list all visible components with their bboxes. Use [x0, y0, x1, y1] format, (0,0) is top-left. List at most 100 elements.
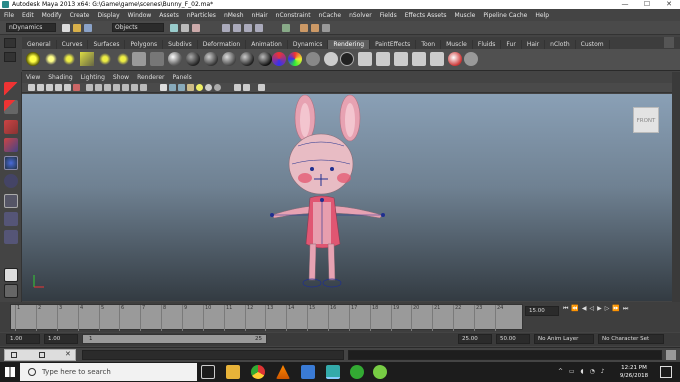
menu-muscle[interactable]: Muscle — [451, 12, 480, 19]
play-back-icon[interactable]: ◁ — [590, 305, 598, 312]
selection-mask-dropdown[interactable]: Objects — [112, 23, 164, 32]
perspective-viewport[interactable]: FRONT — [22, 94, 672, 301]
playback-end-field[interactable]: 25.00 — [458, 334, 492, 344]
panel-menu-show[interactable]: Show — [109, 73, 133, 83]
surface-shader-icon[interactable] — [306, 52, 320, 66]
shelf-settings-icon[interactable] — [664, 37, 674, 48]
view-cube[interactable]: FRONT — [633, 107, 659, 133]
ramp-shader-icon[interactable] — [272, 52, 286, 66]
open-scene-icon[interactable] — [73, 24, 81, 32]
tab-surfaces[interactable]: Surfaces — [88, 40, 126, 49]
spot-light-icon[interactable] — [80, 52, 94, 66]
paint-select-icon[interactable] — [4, 120, 18, 134]
shadows-icon[interactable] — [205, 84, 212, 91]
use-all-lights-icon[interactable] — [196, 84, 203, 91]
app-green-icon[interactable] — [350, 365, 364, 379]
tab-dynamics[interactable]: Dynamics — [288, 40, 329, 49]
lambert-ball-icon[interactable] — [186, 52, 200, 66]
snap-plane-icon[interactable] — [255, 24, 263, 32]
history-icon[interactable] — [282, 24, 290, 32]
film-gate-icon[interactable] — [95, 84, 102, 91]
menu-window[interactable]: Window — [124, 12, 156, 19]
maya-taskbar-icon[interactable] — [326, 365, 340, 379]
maximize-button[interactable]: ☐ — [636, 0, 658, 9]
menu-ncache[interactable]: nCache — [315, 12, 345, 19]
menu-nparticles[interactable]: nParticles — [183, 12, 220, 19]
panel-menu-renderer[interactable]: Renderer — [133, 73, 168, 83]
smooth-shade-icon[interactable] — [169, 84, 176, 91]
ambient-light-icon[interactable] — [44, 52, 58, 66]
menu-create[interactable]: Create — [66, 12, 94, 19]
safe-action-icon[interactable] — [131, 84, 138, 91]
lasso-tool-icon[interactable] — [4, 100, 18, 114]
textured-icon[interactable] — [187, 84, 194, 91]
camera-attributes-icon[interactable] — [37, 84, 44, 91]
ipr-icon[interactable] — [412, 52, 426, 66]
restore-icon[interactable] — [11, 352, 17, 358]
app-green-leaf-icon[interactable] — [373, 365, 387, 379]
close-button[interactable]: ✕ — [658, 0, 680, 9]
media-player-icon[interactable] — [301, 365, 315, 379]
start-time-field[interactable]: 1.00 — [6, 334, 40, 344]
menu-nconstraint[interactable]: nConstraint — [272, 12, 315, 19]
menu-file[interactable]: File — [0, 12, 18, 19]
move-tool-icon[interactable] — [4, 138, 18, 152]
image-plane-icon[interactable] — [55, 84, 62, 91]
ipr-render-icon[interactable] — [311, 24, 319, 32]
tab-animation[interactable]: Animation — [246, 40, 288, 49]
shelf-menu-icon[interactable] — [4, 38, 16, 48]
camera-select-icon[interactable] — [28, 84, 35, 91]
manipulator-icon[interactable] — [4, 194, 18, 208]
select-tool-icon[interactable] — [4, 82, 18, 96]
grease-pencil-icon[interactable] — [73, 84, 80, 91]
tab-general[interactable]: General — [22, 40, 57, 49]
snap-curve-icon[interactable] — [233, 24, 241, 32]
menu-help[interactable]: Help — [531, 12, 553, 19]
tab-fluids[interactable]: Fluids — [473, 40, 502, 49]
tab-rendering[interactable]: Rendering — [328, 40, 371, 49]
menu-nsolver[interactable]: nSolver — [345, 12, 376, 19]
render-layer-icon[interactable] — [150, 52, 164, 66]
range-slider[interactable]: 1 25 — [82, 334, 267, 344]
layered-ball-icon[interactable] — [258, 52, 272, 66]
menu-pipeline-cache[interactable]: Pipeline Cache — [479, 12, 531, 19]
gate-mask-icon[interactable] — [113, 84, 120, 91]
use-background-icon[interactable] — [324, 52, 338, 66]
isolate-select-icon[interactable] — [258, 84, 265, 91]
render-frame-icon[interactable] — [300, 24, 308, 32]
snap-point-icon[interactable] — [244, 24, 252, 32]
close-small-icon[interactable]: ✕ — [65, 350, 71, 358]
tab-fur[interactable]: Fur — [501, 40, 522, 49]
wireframe-on-shaded-icon[interactable] — [178, 84, 185, 91]
time-slider[interactable]: 1 2 3 4 5 6 7 8 9 10 11 12 13 14 15 16 17 18 19 20 21 22 23 24 — [10, 304, 523, 331]
file-explorer-icon[interactable] — [226, 365, 240, 379]
step-back-frame-icon[interactable]: ◀ — [582, 305, 590, 312]
paint-brush-icon[interactable] — [464, 52, 478, 66]
two-d-pan-icon[interactable] — [64, 84, 71, 91]
volume-light-icon[interactable] — [116, 52, 130, 66]
area-light-icon[interactable] — [98, 52, 112, 66]
high-quality-icon[interactable] — [214, 84, 221, 91]
tab-polygons[interactable]: Polygons — [125, 40, 164, 49]
system-tray-icons[interactable]: ^ ▭ ◖ ◔ ♪ — [558, 368, 608, 376]
menu-edit[interactable]: Edit — [18, 12, 38, 19]
menu-display[interactable]: Display — [94, 12, 124, 19]
shading-map-icon[interactable] — [340, 52, 354, 66]
mel-input[interactable] — [82, 350, 344, 360]
tab-painteffects[interactable]: PaintEffects — [370, 40, 417, 49]
layout-quad-icon[interactable] — [4, 284, 18, 298]
point-light-icon[interactable] — [26, 52, 40, 66]
xray-icon[interactable] — [234, 84, 241, 91]
chrome-icon[interactable] — [251, 365, 265, 379]
rotate-tool-icon[interactable] — [4, 156, 18, 170]
wireframe-icon[interactable] — [160, 84, 167, 91]
playback-start-field[interactable]: 1.00 — [44, 334, 78, 344]
new-scene-icon[interactable] — [62, 24, 70, 32]
anim-layer-dropdown[interactable]: No Anim Layer — [534, 334, 594, 344]
render-settings-icon[interactable] — [322, 24, 330, 32]
tab-hair[interactable]: Hair — [522, 40, 546, 49]
render-view-icon[interactable] — [358, 52, 372, 66]
panel-menu-view[interactable]: View — [22, 73, 44, 83]
grid-toggle-icon[interactable] — [86, 84, 93, 91]
blinn-ball-icon[interactable] — [168, 52, 182, 66]
